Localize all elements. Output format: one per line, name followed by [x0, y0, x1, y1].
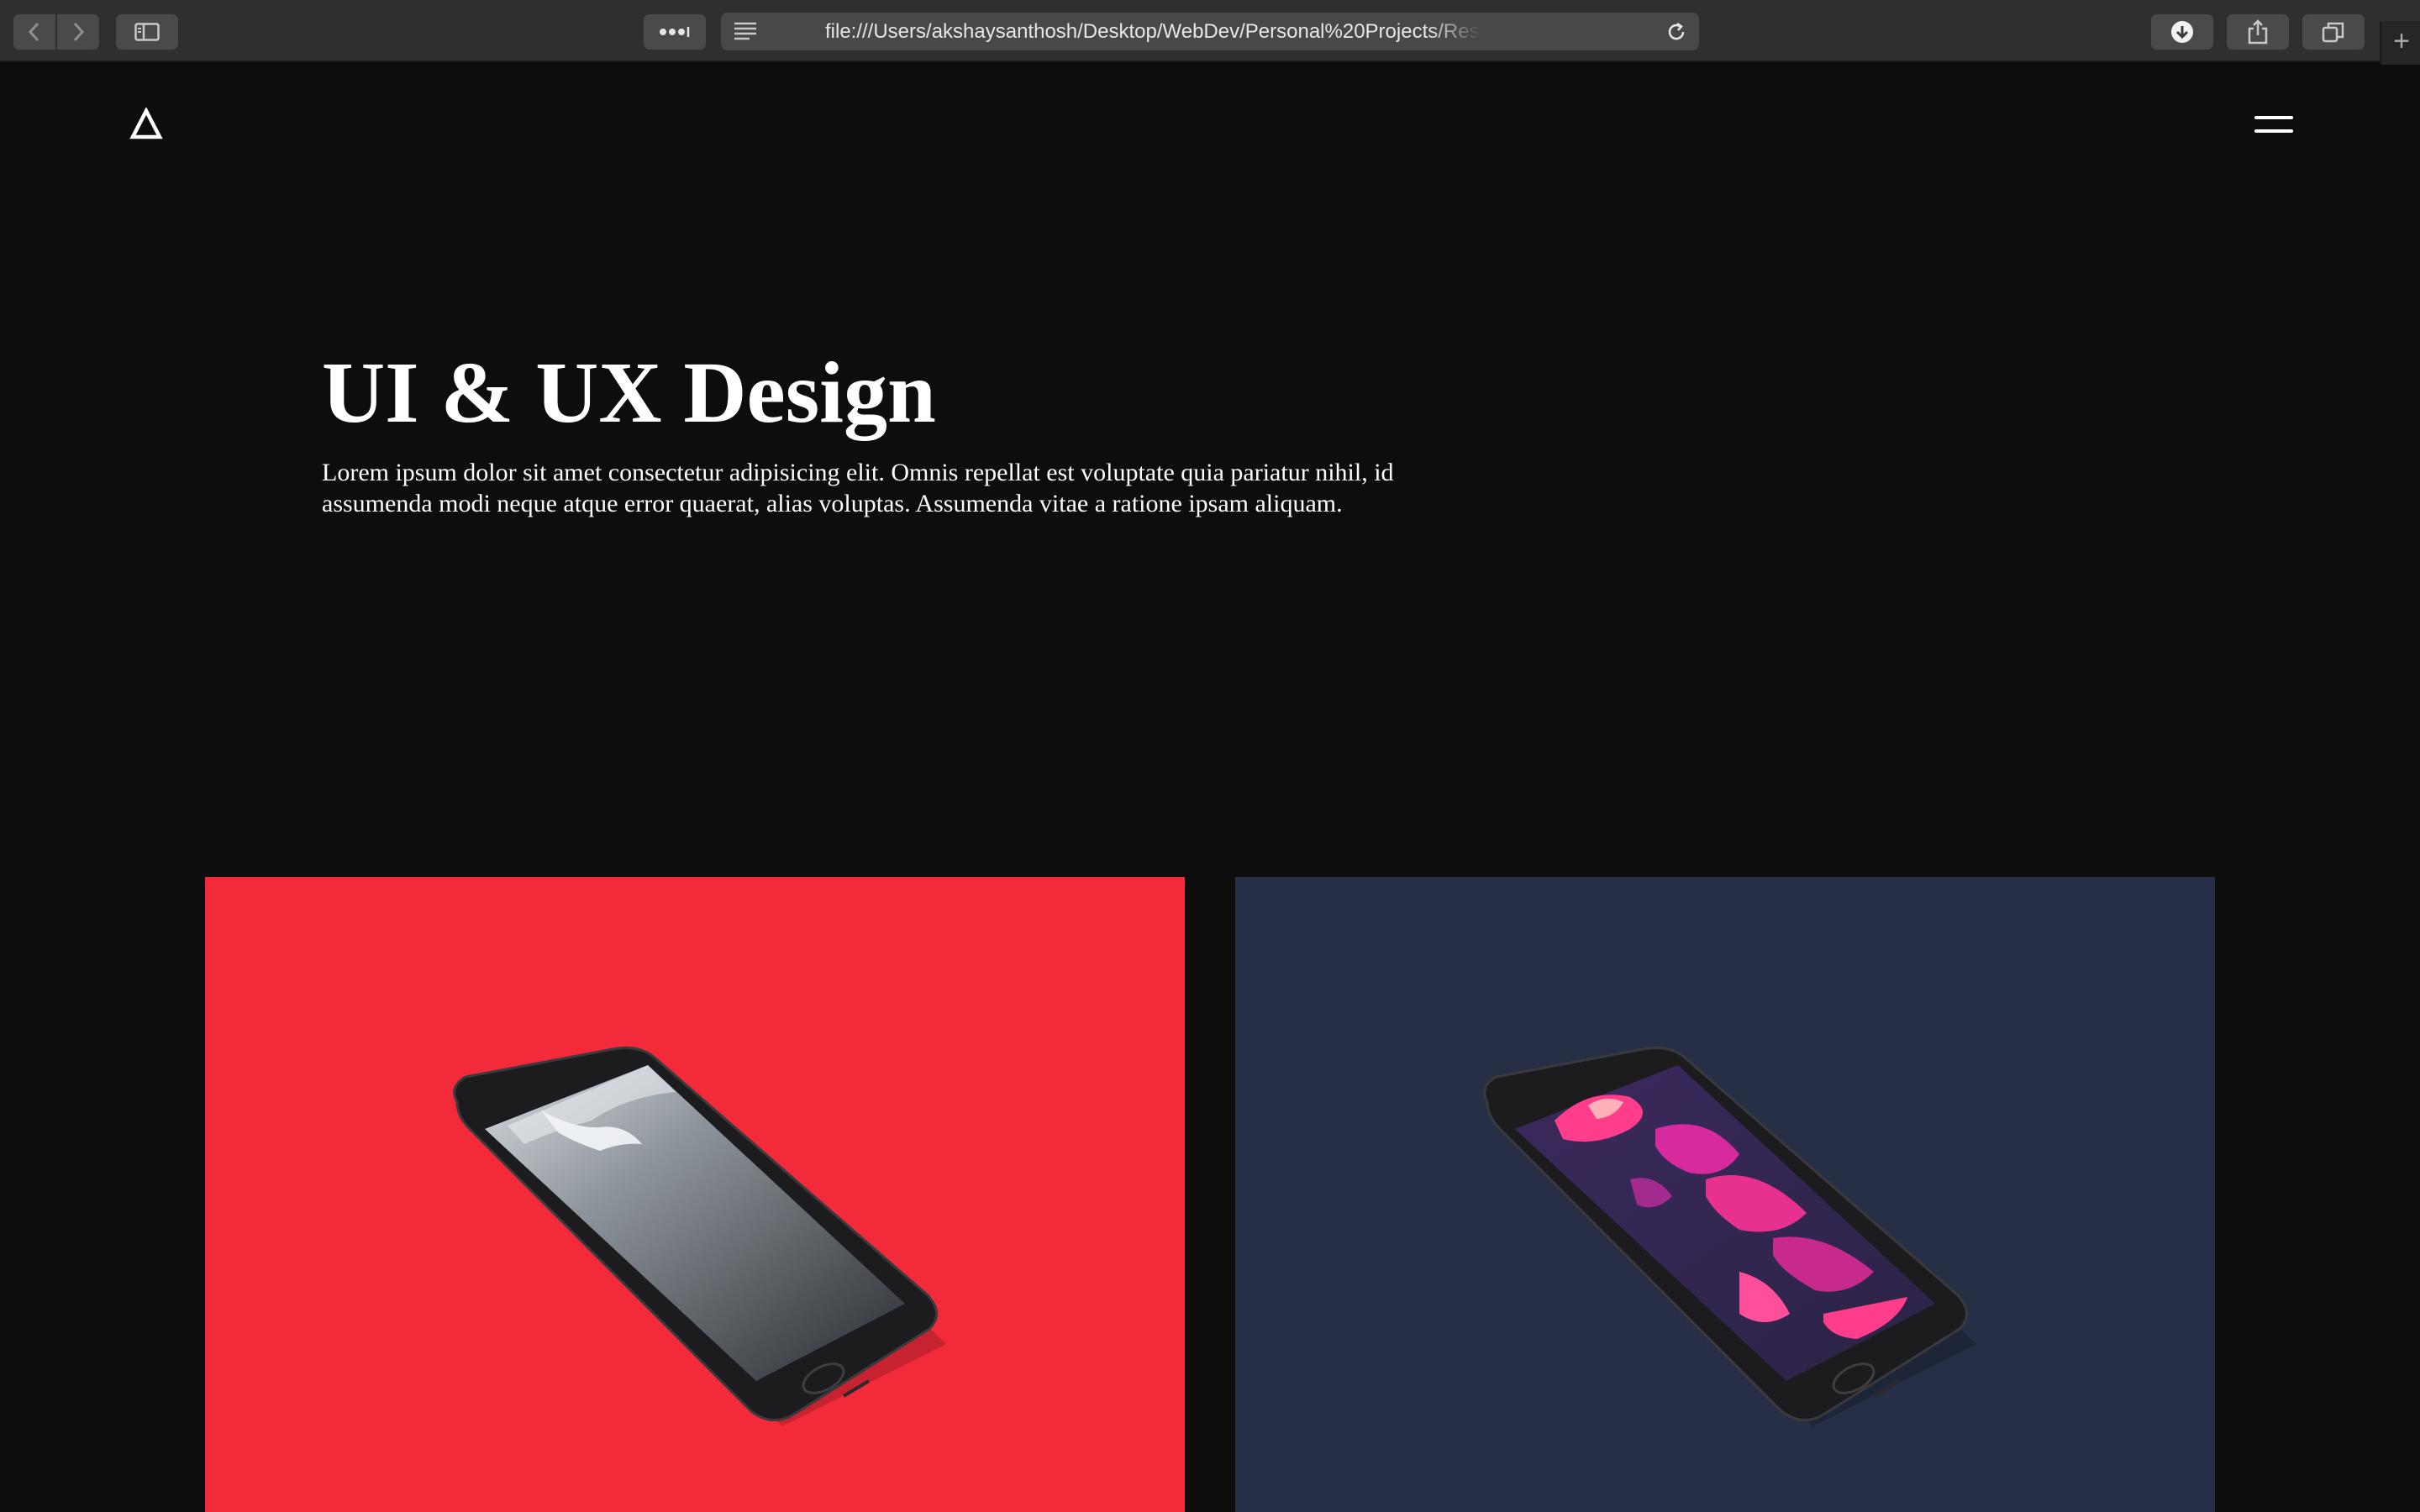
browser-toolbar: file:///Users/akshaysanthosh/Desktop/Web… — [0, 0, 2420, 62]
reader-icon[interactable] — [733, 21, 758, 41]
more-button[interactable] — [644, 14, 706, 50]
share-icon — [2248, 19, 2268, 45]
back-icon — [28, 22, 39, 42]
forward-button[interactable] — [57, 14, 99, 50]
url-text[interactable]: file:///Users/akshaysanthosh/Desktop/Web… — [825, 13, 1481, 50]
new-tab-icon: + — [2393, 25, 2410, 57]
hamburger-menu-icon[interactable] — [2254, 112, 2293, 137]
new-tab-button[interactable]: + — [2380, 21, 2420, 65]
project-card-navy[interactable] — [1235, 877, 2215, 1512]
reload-icon[interactable] — [1665, 21, 1687, 43]
sidebar-icon — [134, 23, 160, 41]
download-icon — [2171, 21, 2193, 43]
sidebar-button[interactable] — [116, 14, 178, 50]
phone-mockup-pink-abstract — [1483, 1047, 1976, 1426]
triangle-logo-icon[interactable] — [129, 108, 163, 141]
back-button[interactable] — [13, 14, 55, 50]
downloads-button[interactable] — [2151, 14, 2213, 50]
menu-line — [2254, 129, 2293, 133]
hero-description: Lorem ipsum dolor sit amet consectetur a… — [322, 459, 1394, 517]
project-card-red[interactable] — [205, 877, 1185, 1512]
tabs-icon — [2322, 22, 2344, 43]
tabs-overview-button[interactable] — [2302, 14, 2365, 50]
address-bar[interactable]: file:///Users/akshaysanthosh/Desktop/Web… — [721, 13, 1699, 50]
menu-line — [2254, 116, 2293, 119]
navigation-buttons — [13, 14, 99, 50]
forward-icon — [73, 22, 85, 42]
share-button[interactable] — [2227, 14, 2289, 50]
phone-mockup-ocean-wave — [453, 1047, 946, 1426]
more-icon — [660, 27, 690, 37]
page-title: UI & UX Design — [322, 344, 936, 441]
